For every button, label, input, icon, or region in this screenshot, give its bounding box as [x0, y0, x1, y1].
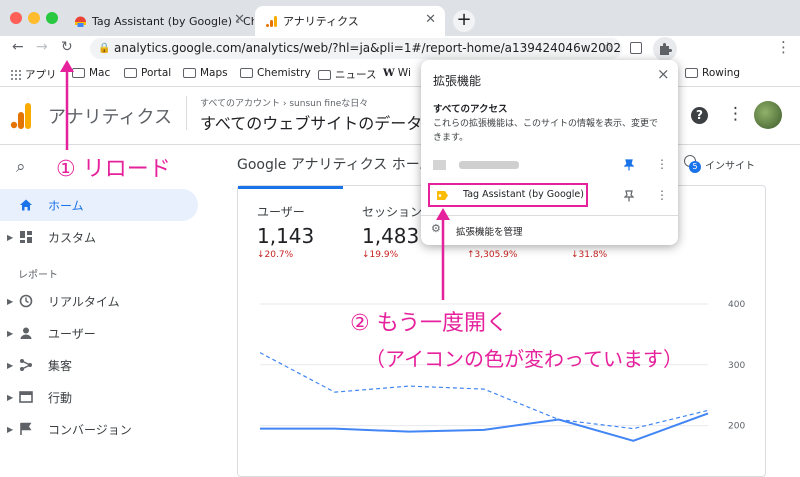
- annotation-reopen: ② もう一度開く: [350, 311, 509, 336]
- annotation-note: （アイコンの色が変わっています）: [365, 347, 683, 371]
- annotation-reload: ① リロード: [56, 157, 171, 182]
- annotation-arrows: [60, 60, 450, 300]
